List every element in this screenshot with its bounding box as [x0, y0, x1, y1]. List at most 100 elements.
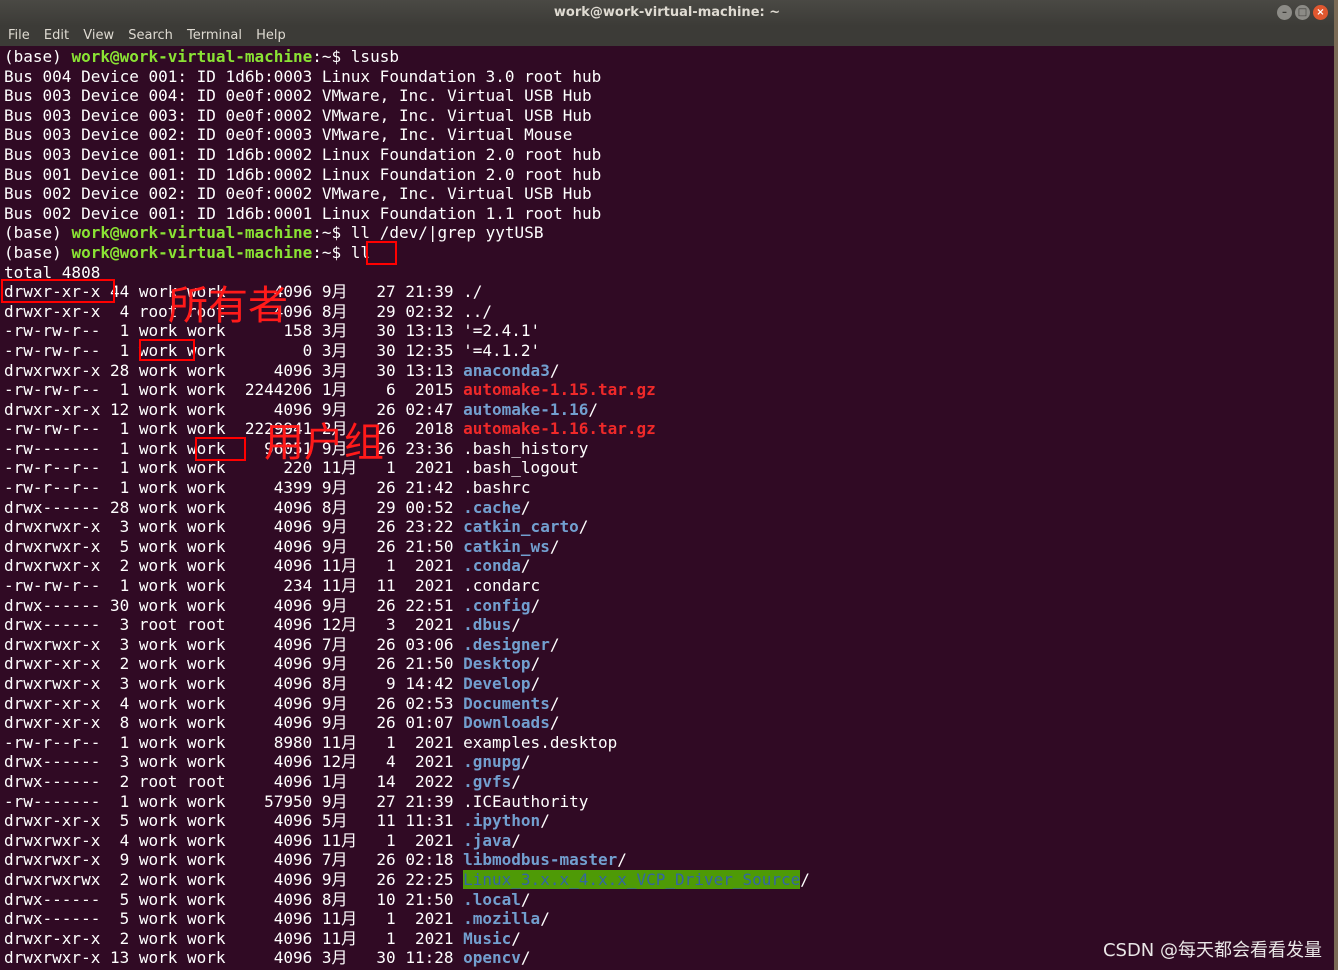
listing-name: catkin_carto — [463, 517, 579, 537]
listing-meta: drwxr-xr-x 4 work work 4096 9月 26 02:53 — [4, 693, 464, 713]
dir-slash: / — [578, 517, 589, 537]
listing-name: opencv — [463, 948, 521, 968]
listing-name: ../ — [463, 301, 493, 321]
listing-name: .ipython — [463, 811, 541, 831]
lsusb-line: Bus 003 Device 001: ID 1d6b:0002 Linux F… — [4, 145, 810, 165]
dir-slash: / — [540, 811, 550, 831]
listing-meta: -rw------- 1 work work 57950 9月 27 21:39 — [4, 791, 464, 811]
menu-file[interactable]: File — [8, 26, 30, 46]
listing-meta: drwx------ 5 work work 4096 11月 1 2021 — [4, 909, 464, 929]
total-line: total 4808 — [4, 263, 810, 283]
dir-slash: / — [530, 654, 541, 674]
command-text: lsusb — [350, 47, 399, 66]
listing-name: .gnupg — [463, 752, 521, 772]
lsusb-text: Bus 001 Device 001: ID 1d6b:0002 Linux F… — [4, 164, 602, 184]
listing-meta: drwxrwxr-x 3 work work 4096 7月 26 03:06 — [4, 634, 464, 654]
annotation-owner: 所有者 — [168, 283, 288, 329]
listing-name: .designer — [463, 634, 550, 654]
listing-meta: drwxrwxr-x 2 work work 4096 11月 1 2021 — [4, 556, 464, 576]
listing-row: drwxrwxr-x 4 work work 4096 11月 1 2021 .… — [4, 831, 810, 851]
menu-edit[interactable]: Edit — [44, 26, 69, 46]
dir-slash: / — [511, 928, 521, 948]
prompt-user: work@work-virtual-machine — [71, 47, 313, 66]
listing-name: Linux_3.x.x_4.x.x_VCP_Driver_Source — [463, 869, 801, 889]
listing-name: catkin_ws — [463, 536, 550, 556]
listing-row: drwxr-xr-x 2 work work 4096 9月 26 21:50 … — [4, 654, 810, 674]
dir-slash: / — [549, 693, 560, 713]
listing-meta: drwxr-xr-x 5 work work 4096 5月 11 11:31 — [4, 811, 464, 831]
close-icon[interactable]: × — [1313, 5, 1328, 20]
listing-name: .local — [463, 889, 521, 909]
listing-name: .bash_logout — [463, 458, 579, 478]
lsusb-text: Bus 002 Device 001: ID 1d6b:0001 Linux F… — [4, 203, 602, 223]
listing-row: -rw-r--r-- 1 work work 8980 11月 1 2021 e… — [4, 733, 810, 753]
listing-row: drwxr-xr-x 4 work work 4096 9月 26 02:53 … — [4, 694, 810, 714]
listing-meta: drwxr-xr-x 8 work work 4096 9月 26 01:07 — [4, 713, 464, 733]
listing-meta: drwx------ 5 work work 4096 8月 10 21:50 — [4, 889, 464, 909]
listing-row: drwx------ 5 work work 4096 11月 1 2021 .… — [4, 909, 810, 929]
listing-name: '=2.4.1' — [463, 321, 541, 341]
lsusb-line: Bus 002 Device 002: ID 0e0f:0002 VMware,… — [4, 184, 810, 204]
listing-meta: drwx------ 3 root root 4096 12月 3 2021 — [4, 615, 464, 635]
listing-name: .cache — [463, 497, 521, 517]
highlight-box-owner — [139, 339, 195, 361]
listing-name: automake-1.16 — [463, 399, 589, 419]
listing-meta: drwx------ 30 work work 4096 9月 26 22:51 — [4, 595, 464, 615]
listing-name: '=4.1.2' — [463, 340, 541, 360]
dir-slash: / — [549, 360, 560, 380]
menu-terminal[interactable]: Terminal — [187, 26, 242, 46]
dir-slash: / — [511, 771, 521, 791]
terminal-output[interactable]: (base) work@work-virtual-machine:~$ lsus… — [4, 47, 810, 968]
prompt-env: (base) — [4, 47, 72, 66]
listing-meta: drwxrwxr-x 28 work work 4096 3月 30 13:13 — [4, 360, 464, 380]
listing-row: -rw-rw-r-- 1 work work 234 11月 11 2021 .… — [4, 576, 810, 596]
menu-bar: File Edit View Search Terminal Help — [0, 26, 1334, 46]
listing-name: Downloads — [463, 713, 550, 733]
listing-row: -rw------- 1 work work 57950 9月 27 21:39… — [4, 792, 810, 812]
lsusb-text: Bus 004 Device 001: ID 1d6b:0003 Linux F… — [4, 66, 602, 86]
listing-meta: drwxr-xr-x 2 work work 4096 9月 26 21:50 — [4, 654, 464, 674]
lsusb-line: Bus 002 Device 001: ID 1d6b:0001 Linux F… — [4, 204, 810, 224]
dir-slash: / — [520, 889, 531, 909]
listing-name: Music — [463, 928, 512, 948]
listing-name: anaconda3 — [463, 360, 550, 380]
menu-view[interactable]: View — [83, 26, 114, 46]
dir-slash: / — [588, 399, 598, 419]
dir-slash: / — [520, 556, 531, 576]
listing-name: .mozilla — [463, 909, 541, 929]
listing-row: drwx------ 5 work work 4096 8月 10 21:50 … — [4, 890, 810, 910]
prompt-line: (base) work@work-virtual-machine:~$ lsus… — [4, 47, 810, 67]
listing-row: drwxr-xr-x 4 root root 4096 8月 29 02:32 … — [4, 302, 810, 322]
listing-name: .conda — [463, 556, 521, 576]
dir-slash: / — [511, 615, 521, 635]
menu-search[interactable]: Search — [128, 26, 173, 46]
listing-meta: drwxrwxr-x 13 work work 4096 3月 30 11:28 — [4, 948, 464, 968]
listing-meta: drwx------ 2 root root 4096 1月 14 2022 — [4, 771, 464, 791]
listing-name: .config — [463, 595, 531, 615]
listing-name: libmodbus-master — [463, 850, 618, 870]
listing-row: drwxrwxrwx 2 work work 4096 9月 26 22:25 … — [4, 869, 810, 890]
listing-row: drwx------ 3 root root 4096 12月 3 2021 .… — [4, 615, 810, 635]
minimize-icon[interactable]: – — [1277, 5, 1292, 20]
prompt-suffix: :~$ — [312, 47, 351, 66]
menu-help[interactable]: Help — [256, 26, 286, 46]
listing-row: drwx------ 28 work work 4096 8月 29 00:52… — [4, 498, 810, 518]
listing-name: automake-1.16.tar.gz — [463, 419, 656, 439]
dir-slash: / — [540, 909, 550, 929]
listing-meta: -rw-rw-r-- 1 work work 2244206 1月 6 2015 — [4, 380, 464, 400]
listing-name: .gvfs — [463, 771, 512, 791]
listing-meta: -rw-rw-r-- 1 work work 234 11月 11 2021 — [4, 576, 464, 596]
listing-meta: -rw-r--r-- 1 work work 220 11月 1 2021 — [4, 458, 464, 478]
listing-row: -rw-rw-r-- 1 work work 0 3月 30 12:35 '=4… — [4, 341, 810, 361]
prompt-env: (base) — [4, 223, 72, 243]
listing-name: Documents — [463, 693, 550, 713]
dir-slash: / — [549, 634, 560, 654]
title-bar[interactable]: work@work-virtual-machine: ~ – □ × — [0, 0, 1334, 26]
lsusb-text: Bus 003 Device 002: ID 0e0f:0003 VMware,… — [4, 125, 573, 145]
prompt-suffix: :~$ — [312, 242, 351, 262]
listing-row: drwx------ 3 work work 4096 12月 4 2021 .… — [4, 752, 810, 772]
listing-meta: drwxrwxrwx 2 work work 4096 9月 26 22:25 — [4, 869, 464, 889]
listing-meta: drwxr-xr-x 2 work work 4096 11月 1 2021 — [4, 928, 464, 948]
maximize-icon[interactable]: □ — [1295, 5, 1310, 20]
listing-name: .dbus — [463, 615, 512, 635]
